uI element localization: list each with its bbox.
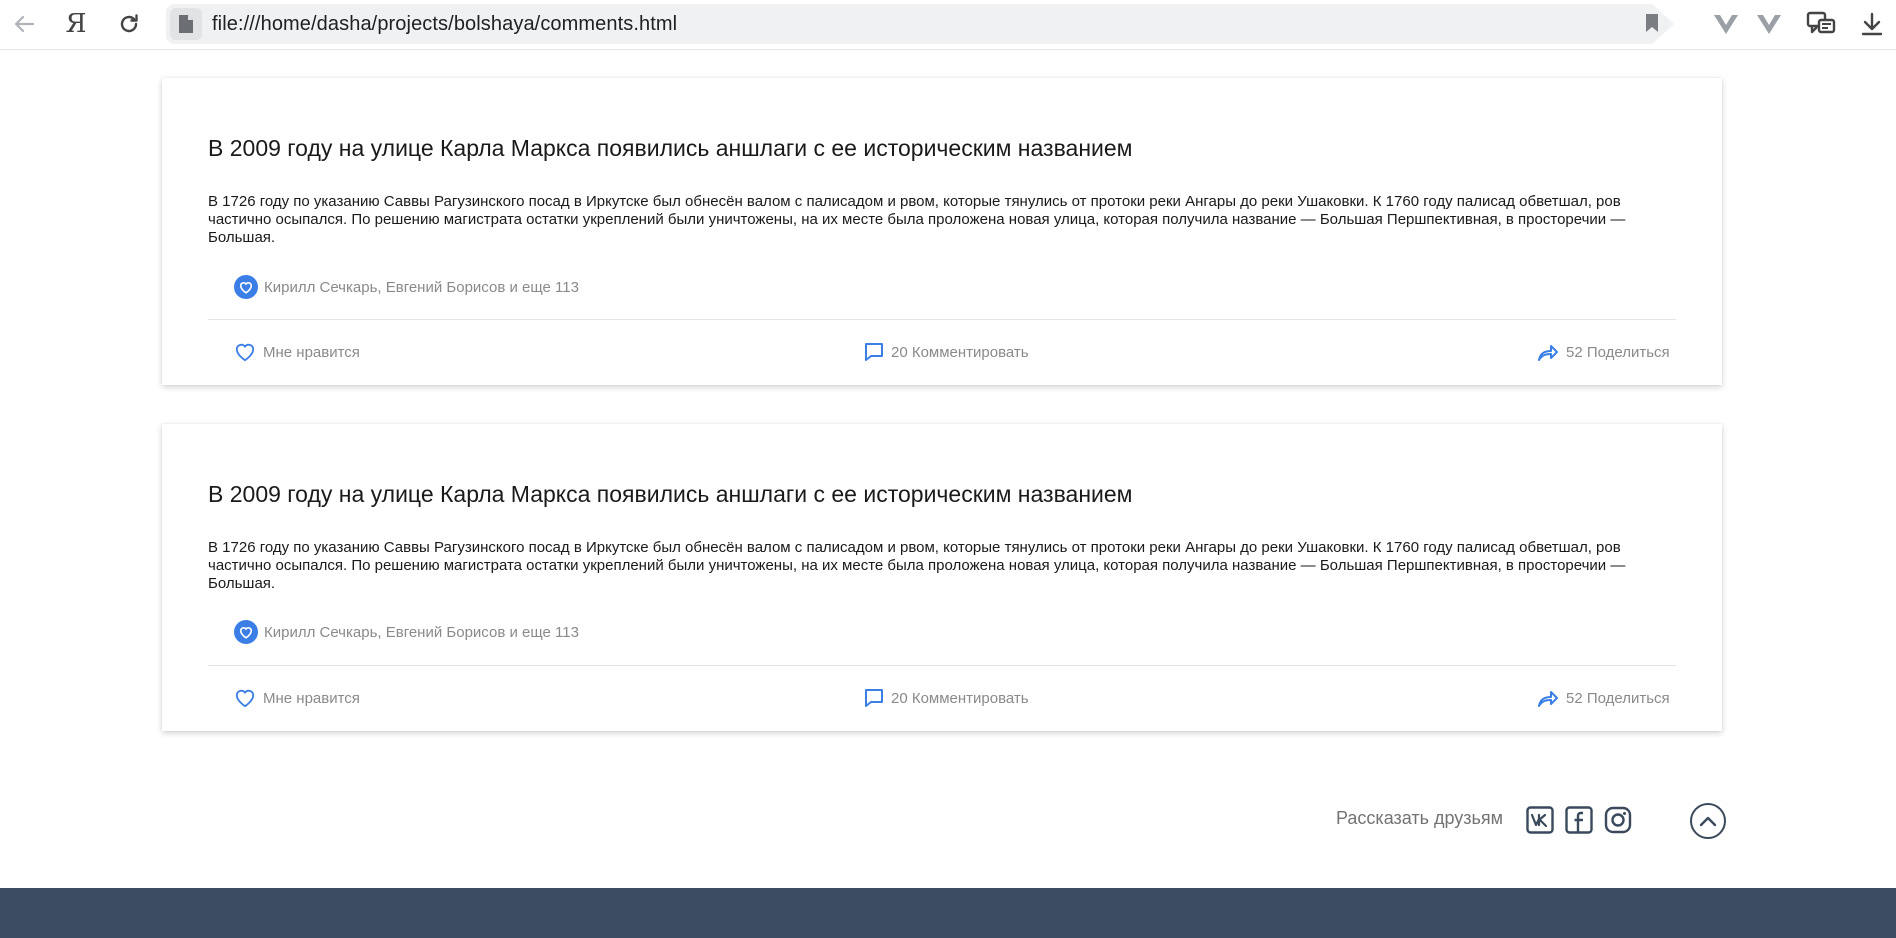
comment-icon	[865, 343, 883, 361]
heart-icon	[235, 343, 255, 362]
comment-button[interactable]: 20 Комментировать	[864, 342, 1029, 362]
share-arrow-icon	[1538, 345, 1558, 361]
share-arrow-icon	[1538, 691, 1558, 707]
divider	[208, 319, 1676, 320]
like-button[interactable]: Мне нравится	[234, 342, 360, 362]
vee-extension-icon	[1714, 15, 1738, 34]
post-text: В 1726 году по указанию Саввы Рагузинско…	[208, 539, 1626, 592]
heart-badge-icon	[234, 275, 258, 299]
url-text[interactable]: file:///home/dasha/projects/bolshaya/com…	[212, 13, 677, 36]
yandex-button[interactable]: Я	[60, 8, 92, 40]
file-icon	[170, 8, 202, 40]
like-button[interactable]: Мне нравится	[234, 688, 360, 708]
likes-summary[interactable]: Кирилл Сечкарь, Евгений Борисов и еще 11…	[234, 620, 579, 644]
facebook-icon	[1565, 806, 1593, 834]
like-label: Мне нравится	[263, 689, 360, 707]
back-button[interactable]	[8, 8, 40, 40]
download-icon	[1861, 12, 1883, 36]
comment-button[interactable]: 20 Комментировать	[864, 688, 1029, 708]
likes-summary[interactable]: Кирилл Сечкарь, Евгений Борисов и еще 11…	[234, 275, 579, 299]
post-title[interactable]: В 2009 году на улице Карла Маркса появил…	[208, 481, 1133, 508]
yandex-logo: Я	[65, 9, 87, 39]
divider	[208, 665, 1676, 666]
arrow-left-icon	[14, 15, 35, 33]
bookmark-icon[interactable]	[1644, 13, 1660, 33]
address-bar[interactable]: file:///home/dasha/projects/bolshaya/com…	[166, 4, 1674, 44]
instagram-link[interactable]	[1604, 806, 1632, 834]
messages-button[interactable]	[1805, 8, 1837, 40]
likes-names: Кирилл Сечкарь, Евгений Борисов и еще 11…	[264, 623, 579, 641]
comment-icon	[865, 689, 883, 707]
comment-label: 20 Комментировать	[891, 689, 1029, 707]
scroll-top-button[interactable]	[1690, 803, 1726, 839]
extension-button-1[interactable]	[1710, 8, 1742, 40]
heart-badge-icon	[234, 620, 258, 644]
like-label: Мне нравится	[263, 343, 360, 361]
heart-icon	[235, 689, 255, 708]
post-title[interactable]: В 2009 году на улице Карла Маркса появил…	[208, 135, 1133, 162]
post-card: В 2009 году на улице Карла Маркса появил…	[162, 78, 1722, 385]
share-label: 52 Поделиться	[1566, 689, 1670, 707]
chat-icon	[1806, 11, 1836, 34]
facebook-link[interactable]	[1565, 806, 1593, 834]
downloads-button[interactable]	[1856, 8, 1888, 40]
footer-band	[0, 888, 1896, 938]
vk-icon	[1526, 806, 1554, 834]
instagram-icon	[1604, 806, 1632, 834]
reload-button[interactable]	[113, 8, 145, 40]
browser-toolbar: Я file:///home/dasha/projects/bolshaya/c…	[0, 0, 1896, 50]
extension-button-2[interactable]	[1753, 8, 1785, 40]
post-card: В 2009 году на улице Карла Маркса появил…	[162, 424, 1722, 731]
share-label: 52 Поделиться	[1566, 343, 1670, 361]
reload-icon	[120, 14, 138, 33]
chevron-up-icon	[1699, 816, 1717, 827]
post-text: В 1726 году по указанию Саввы Рагузинско…	[208, 193, 1626, 246]
comment-label: 20 Комментировать	[891, 343, 1029, 361]
share-button[interactable]: 52 Поделиться	[1537, 342, 1670, 362]
likes-names: Кирилл Сечкарь, Евгений Борисов и еще 11…	[264, 278, 579, 296]
vee-extension-icon	[1757, 15, 1781, 34]
share-friends-label: Рассказать друзьям	[1336, 808, 1504, 828]
share-button[interactable]: 52 Поделиться	[1537, 688, 1670, 708]
vk-link[interactable]	[1526, 806, 1554, 834]
